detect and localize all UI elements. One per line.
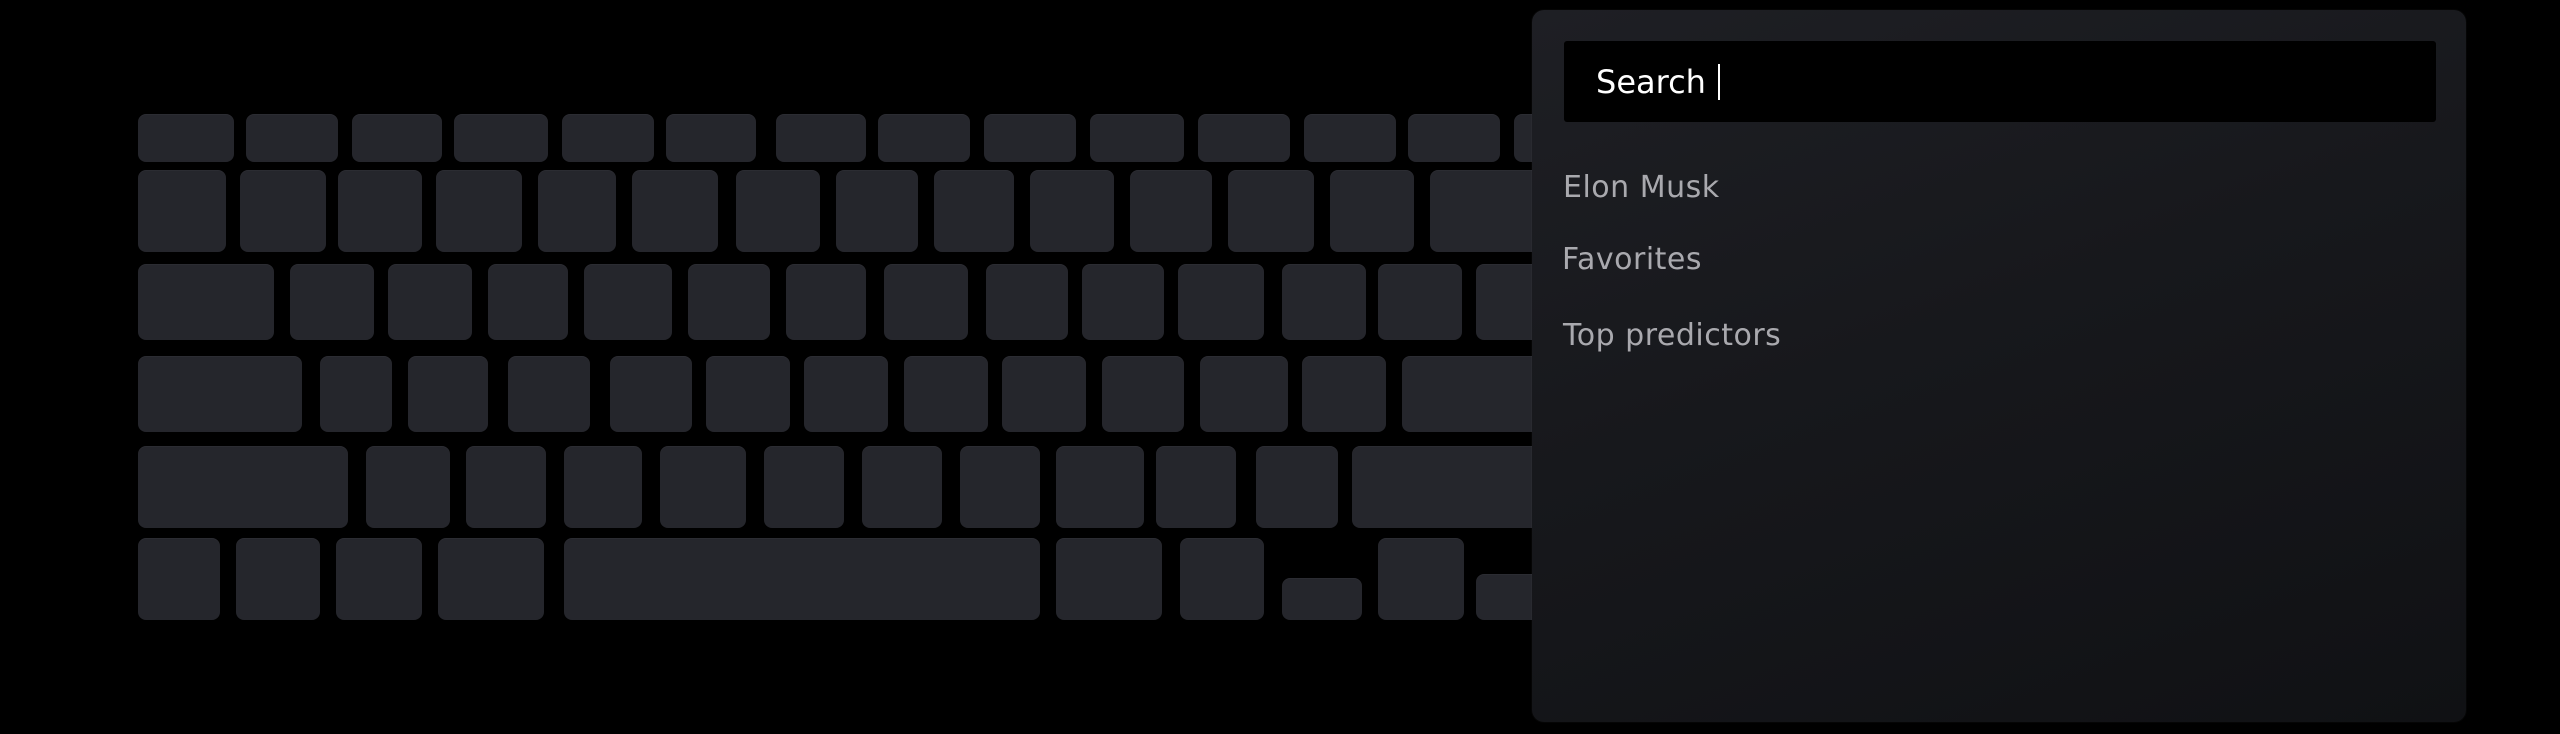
keyboard-key	[884, 264, 968, 340]
keyboard-key	[934, 170, 1014, 252]
keyboard-key	[688, 264, 770, 340]
keyboard-key	[1200, 356, 1288, 432]
keyboard-key	[836, 170, 918, 252]
keyboard-key	[776, 114, 866, 162]
keyboard-key	[138, 264, 274, 340]
keyboard-key	[138, 446, 348, 528]
keyboard-key	[986, 264, 1068, 340]
keyboard-key	[584, 264, 672, 340]
keyboard-key	[538, 170, 616, 252]
keyboard-key	[138, 114, 234, 162]
keyboard-key	[1102, 356, 1184, 432]
keyboard-key	[436, 170, 522, 252]
keyboard-key	[786, 264, 866, 340]
keyboard-key	[466, 446, 546, 528]
keyboard-key	[1198, 114, 1290, 162]
keyboard-key	[660, 446, 746, 528]
keyboard-key	[706, 356, 790, 432]
keyboard-key	[454, 114, 548, 162]
suggestion-item[interactable]: Top predictors	[1563, 321, 1781, 351]
keyboard-key	[564, 538, 1040, 620]
keyboard-key	[736, 170, 820, 252]
keyboard-key	[904, 356, 988, 432]
keyboard-key	[438, 538, 544, 620]
keyboard-key	[320, 356, 392, 432]
search-label: Search	[1596, 62, 1706, 101]
suggestion-item[interactable]: Elon Musk	[1563, 173, 1720, 203]
keyboard-key	[1180, 538, 1264, 620]
keyboard-key	[804, 356, 888, 432]
keyboard-key	[1302, 356, 1386, 432]
keyboard-key	[488, 264, 568, 340]
keyboard-key	[408, 356, 488, 432]
keyboard-key	[138, 170, 226, 252]
keyboard-key	[388, 264, 472, 340]
keyboard-key	[1256, 446, 1338, 528]
keyboard-key	[1002, 356, 1086, 432]
keyboard-key	[1408, 114, 1500, 162]
keyboard-key	[1228, 170, 1314, 252]
keyboard-key	[1056, 446, 1144, 528]
keyboard-key	[240, 170, 326, 252]
keyboard-key	[1082, 264, 1164, 340]
keyboard-key	[138, 538, 220, 620]
keyboard-key	[1130, 170, 1212, 252]
keyboard-key	[246, 114, 338, 162]
keyboard-key	[878, 114, 970, 162]
keyboard-key	[366, 446, 450, 528]
keyboard-key	[352, 114, 442, 162]
keyboard-key	[564, 446, 642, 528]
keyboard-key	[562, 114, 654, 162]
keyboard-key	[862, 446, 942, 528]
search-input[interactable]: Search	[1564, 41, 2436, 122]
keyboard-key	[1282, 578, 1362, 620]
keyboard-key	[290, 264, 374, 340]
keyboard-key	[1304, 114, 1396, 162]
keyboard-key	[508, 356, 590, 432]
keyboard-key	[610, 356, 692, 432]
keyboard-key	[666, 114, 756, 162]
keyboard-key	[1056, 538, 1162, 620]
keyboard-key	[960, 446, 1040, 528]
screen: Search Elon Musk Favorites Top predictor…	[0, 0, 2560, 734]
keyboard-key	[1330, 170, 1414, 252]
keyboard-key	[1352, 446, 1554, 528]
keyboard-key	[1378, 538, 1464, 620]
suggestion-item[interactable]: Favorites	[1562, 245, 1702, 275]
search-panel: Search Elon Musk Favorites Top predictor…	[1532, 10, 2466, 722]
keyboard-key	[336, 538, 422, 620]
keyboard-key	[632, 170, 718, 252]
keyboard-key	[1282, 264, 1366, 340]
keyboard-key	[1378, 264, 1462, 340]
keyboard-key	[1090, 114, 1184, 162]
keyboard-key	[764, 446, 844, 528]
keyboard-key	[236, 538, 320, 620]
keyboard-key	[1030, 170, 1114, 252]
text-cursor	[1717, 63, 1720, 100]
keyboard-key	[138, 356, 302, 432]
keyboard-key	[338, 170, 422, 252]
keyboard-key	[984, 114, 1076, 162]
keyboard-key	[1178, 264, 1264, 340]
keyboard-key	[1156, 446, 1236, 528]
background-keyboard	[0, 0, 1560, 734]
